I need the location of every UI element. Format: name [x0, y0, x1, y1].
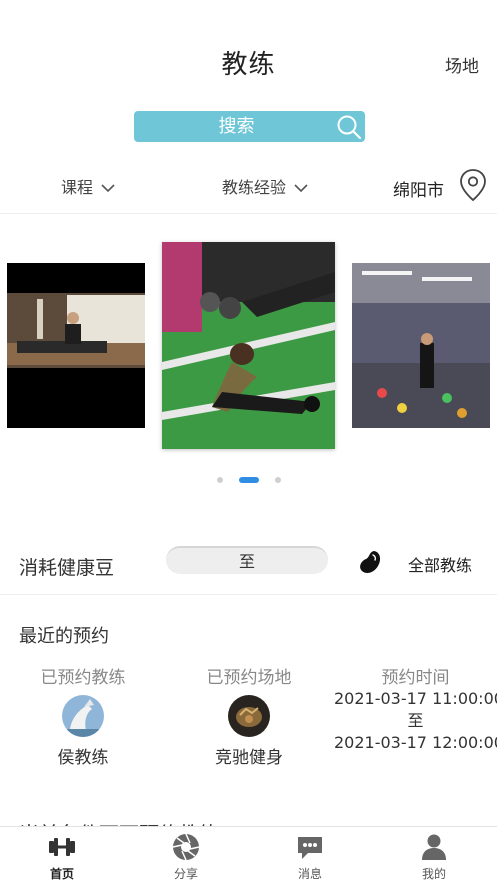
search-icon[interactable]	[336, 114, 362, 140]
carousel-slide[interactable]	[7, 263, 145, 428]
venue-name: 竞驰健身	[215, 748, 283, 768]
health-beans-label: 消耗健康豆	[19, 557, 115, 579]
health-beans-row: 消耗健康豆 至 全部教练	[0, 540, 497, 586]
page-title: 教练	[221, 50, 276, 80]
reserved-venue[interactable]: 已预约场地 竞驰健身	[202, 663, 296, 768]
person-icon	[422, 834, 446, 860]
reservation-time-range: 2021-03-17 11:00:00 至 2021-03-17 12:00:0…	[334, 688, 497, 754]
experience-filter-label: 教练经验	[222, 178, 287, 197]
gym-hall-photo-image	[352, 263, 490, 428]
tab-profile-label: 我的	[421, 867, 446, 881]
coach-name: 侯教练	[57, 748, 109, 768]
venue-avatar[interactable]	[228, 695, 270, 737]
gym-photo-image	[7, 263, 145, 428]
location-pin-icon[interactable]	[458, 168, 488, 202]
tab-messages[interactable]: 消息	[248, 827, 372, 883]
bean-range-selector[interactable]: 至	[166, 546, 328, 574]
chevron-down-icon	[101, 184, 115, 193]
course-filter-label: 课程	[61, 178, 94, 197]
stretching-photo-image	[162, 242, 335, 449]
divider	[0, 213, 497, 214]
experience-filter[interactable]: 教练经验	[222, 174, 308, 198]
search-bar[interactable]: 搜索	[134, 111, 365, 142]
photo-carousel[interactable]	[0, 242, 497, 462]
tab-share[interactable]: 分享	[124, 827, 248, 883]
city-selector[interactable]: 绵阳市	[393, 176, 444, 201]
tab-home[interactable]: 首页	[0, 827, 124, 883]
time-separator: 至	[407, 711, 424, 730]
reserved-coach-header: 已预约教练	[40, 668, 126, 688]
search-label: 搜索	[218, 116, 255, 137]
time-start: 2021-03-17 11:00:00	[334, 689, 497, 708]
reserved-venue-header: 已预约场地	[206, 668, 292, 688]
tab-home-label: 首页	[49, 867, 74, 881]
all-coaches-button[interactable]: 全部教练	[408, 552, 472, 576]
tab-profile[interactable]: 我的	[372, 827, 496, 883]
divider	[0, 594, 497, 595]
tab-share-label: 分享	[173, 867, 198, 881]
venue-tab-link[interactable]: 场地	[445, 52, 479, 77]
header: 教练 场地	[0, 0, 497, 100]
time-end: 2021-03-17 12:00:00	[334, 733, 497, 752]
reservation-time-header: 预约时间	[381, 668, 450, 688]
tab-messages-label: 消息	[297, 867, 322, 881]
course-filter[interactable]: 课程	[61, 174, 115, 198]
recent-reservations-title: 最近的预约	[19, 626, 109, 647]
carousel-slide[interactable]	[352, 263, 490, 428]
chat-bubble-icon	[298, 837, 322, 859]
carousel-slide-active[interactable]	[162, 242, 335, 449]
carousel-dot[interactable]	[274, 477, 281, 483]
carousel-dot-active[interactable]	[238, 477, 259, 483]
carousel-dot[interactable]	[216, 477, 223, 483]
coach-avatar[interactable]	[62, 695, 104, 737]
reserved-coach[interactable]: 已预约教练 侯教练	[36, 663, 130, 768]
aperture-icon	[172, 833, 200, 861]
bottom-tab-bar: 首页 分享 消息 我的	[0, 826, 497, 883]
dumbbell-icon	[49, 838, 75, 856]
bean-icon	[360, 551, 381, 574]
reservation-time: 预约时间 2021-03-17 11:00:00 至 2021-03-17 12…	[334, 663, 497, 754]
carousel-indicator	[0, 477, 497, 483]
chevron-down-icon	[294, 184, 308, 193]
